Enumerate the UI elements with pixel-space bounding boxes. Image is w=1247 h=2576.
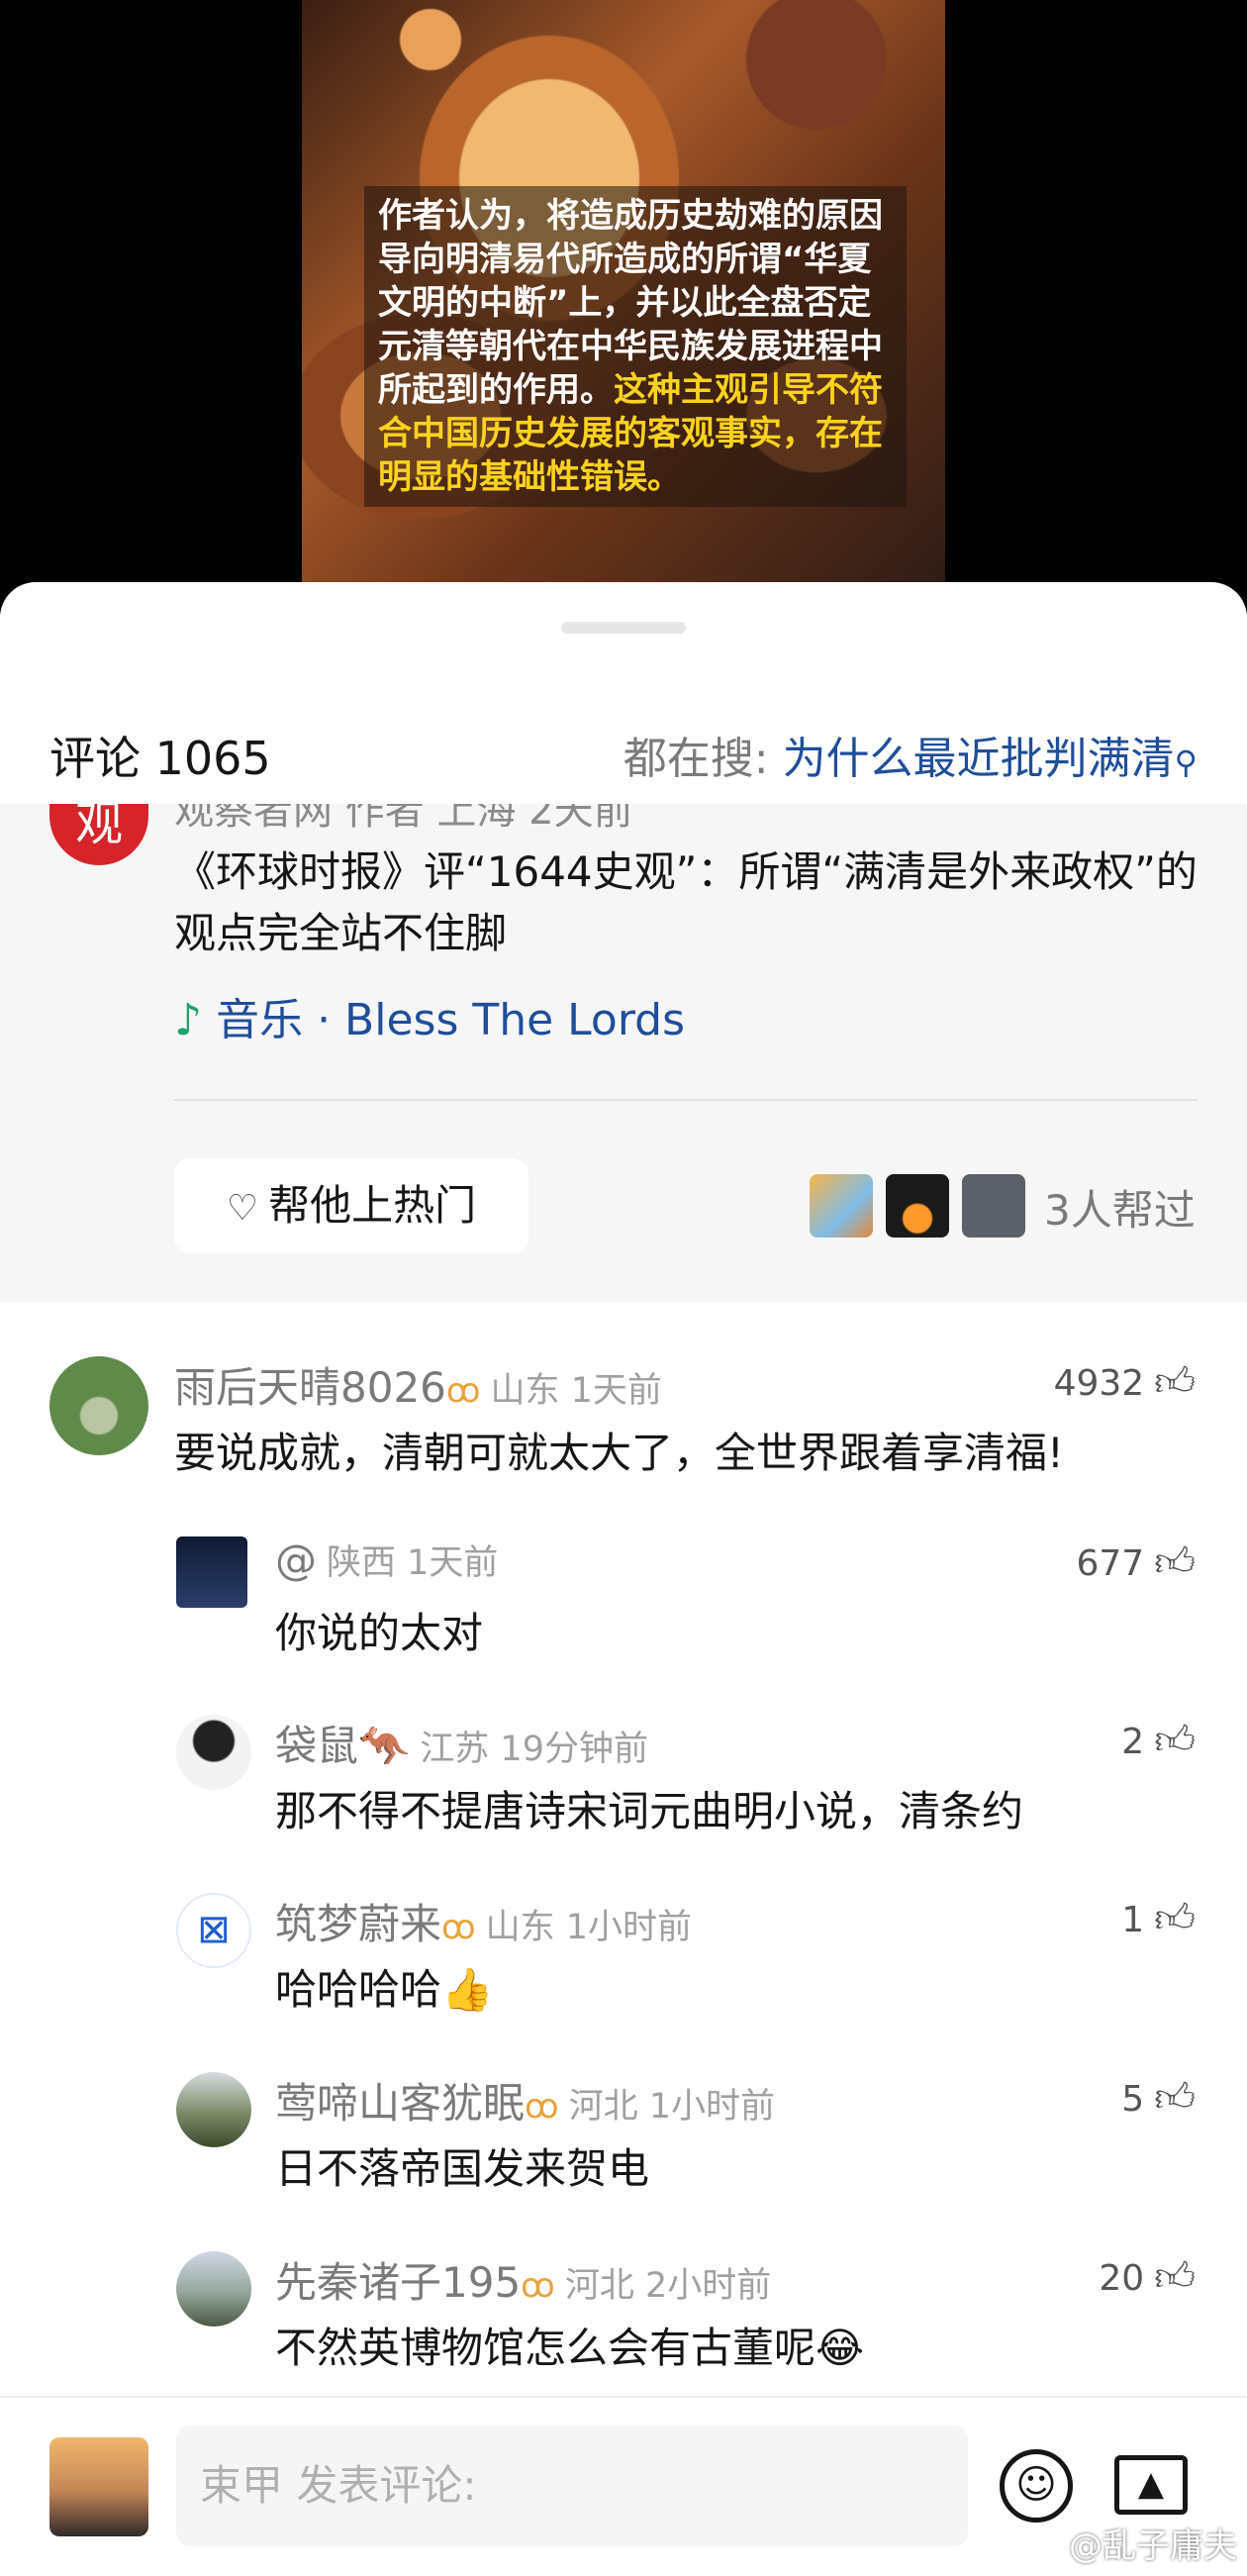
video-player[interactable]: 作者认为，将造成历史劫难的原因导向明清易代所造成的所谓“华夏文明的中断”上，并以… bbox=[0, 0, 1247, 614]
comment-author[interactable]: 莺啼山客犹眠ꝏ 河北 1小时前 bbox=[275, 2070, 775, 2130]
comment-author[interactable]: 雨后天晴8026ꝏ 山东 1天前 bbox=[174, 1354, 662, 1415]
like-count: 5 bbox=[1121, 2079, 1145, 2120]
comment-author[interactable]: @ 陕西 1天前 bbox=[275, 1535, 498, 1585]
comment-meta: 陕西 1天前 bbox=[327, 1543, 499, 1583]
like-button[interactable]: 1 👍︎ bbox=[1121, 1895, 1196, 1942]
like-button[interactable]: 5 👍︎ bbox=[1121, 2074, 1196, 2122]
like-button[interactable]: 4932 👍︎ bbox=[1054, 1358, 1196, 1406]
comment-meta: 山东 1天前 bbox=[490, 1371, 662, 1411]
avatar[interactable]: 观 bbox=[49, 804, 148, 865]
music-label: 音乐 · Bless The Lords bbox=[216, 995, 686, 1045]
thumbs-up-icon: 👍︎ bbox=[1154, 1539, 1196, 1585]
like-count: 20 bbox=[1099, 2258, 1145, 2299]
thumbs-up-icon: 👍︎ bbox=[1154, 1718, 1196, 1763]
thumbs-up-icon: 👍︎ bbox=[1154, 2075, 1196, 2121]
watermark: @乱子庸夫 bbox=[1069, 2526, 1237, 2566]
comment-input-bar: 束甲 发表评论: ☺ ▲ @乱子庸夫 bbox=[0, 2396, 1247, 2576]
trending-prefix: 都在搜: bbox=[623, 734, 783, 784]
comment-meta: 江苏 19分钟前 bbox=[420, 1730, 648, 1769]
vip-badge-icon: ꝏ bbox=[445, 1371, 481, 1411]
comment-text: 你说的太对 bbox=[275, 1609, 484, 1657]
comment-meta: 山东 1小时前 bbox=[485, 1908, 693, 1947]
comment-text: 日不落帝国发来贺电 bbox=[275, 2144, 650, 2193]
helpers-count: 3人帮过 bbox=[1044, 1186, 1196, 1235]
divider bbox=[174, 1099, 1198, 1101]
boost-label: 帮他上热门 bbox=[268, 1181, 477, 1230]
thumbs-up-icon: 👍︎ bbox=[1154, 1896, 1196, 1941]
like-button[interactable]: 2 👍︎ bbox=[1121, 1717, 1196, 1764]
thumbs-up-icon: 👍︎ bbox=[1154, 1359, 1196, 1405]
helper-avatars[interactable] bbox=[810, 1174, 1033, 1238]
image-icon[interactable]: ▲ bbox=[1114, 2455, 1188, 2515]
boost-button[interactable]: ♡ 帮他上热门 bbox=[174, 1158, 528, 1253]
avatar[interactable] bbox=[176, 1715, 251, 1790]
music-note-icon: ♪ bbox=[174, 995, 203, 1045]
avatar[interactable] bbox=[49, 2437, 148, 2536]
like-count: 1 bbox=[1121, 1900, 1145, 1940]
comment-text: 不然英博物馆怎么会有古董呢😂 bbox=[275, 2324, 865, 2372]
avatar bbox=[810, 1174, 873, 1238]
comment-text: 那不得不提唐诗宋词元曲明小说，清条约 bbox=[275, 1787, 1024, 1835]
comment-meta: 河北 1小时前 bbox=[568, 2087, 776, 2127]
emoji-icon[interactable]: ☺ bbox=[1000, 2449, 1073, 2523]
like-count: 4932 bbox=[1053, 1363, 1145, 1404]
avatar[interactable] bbox=[176, 2072, 251, 2147]
sheet-header: 评论 1065 都在搜: 为什么最近批判满清⚲ bbox=[0, 711, 1247, 790]
author-name: 筑梦蔚来 bbox=[275, 1900, 442, 1948]
comment-meta: 河北 2小时前 bbox=[564, 2266, 772, 2306]
author-name: 莺啼山客犹眠 bbox=[275, 2079, 526, 2128]
vip-badge-icon: ꝏ bbox=[521, 2266, 555, 2306]
like-count: 2 bbox=[1121, 1722, 1145, 1762]
vip-badge-icon: ꝏ bbox=[441, 1908, 476, 1947]
music-link[interactable]: ♪ 音乐 · Bless The Lords bbox=[174, 984, 685, 1047]
avatar[interactable] bbox=[49, 1356, 148, 1455]
heart-icon: ♡ bbox=[226, 1188, 259, 1229]
comment-text: 哈哈哈哈👍 bbox=[275, 1965, 494, 2014]
avatar[interactable] bbox=[176, 2251, 251, 2327]
thumbs-up-icon: 👍︎ bbox=[1154, 2254, 1196, 2300]
pinned-comment: 观 观察者网 作者 上海 2天前 《环球时报》评“1644史观”：所谓“满清是外… bbox=[0, 804, 1247, 1302]
like-count: 677 bbox=[1076, 1543, 1145, 1584]
avatar bbox=[886, 1174, 950, 1238]
comment-input[interactable]: 束甲 发表评论: bbox=[176, 2426, 968, 2546]
author-name: 先秦诸子195 bbox=[275, 2258, 522, 2307]
avatar[interactable]: ⊠ bbox=[176, 1893, 251, 1968]
comment-author[interactable]: 袋鼠🦘 江苏 19分钟前 bbox=[275, 1713, 648, 1773]
comment-text: 要说成就，清朝可就太大了，全世界跟着享清福! bbox=[174, 1429, 1064, 1477]
comment-author[interactable]: 筑梦蔚来ꝏ 山东 1小时前 bbox=[275, 1891, 692, 1951]
pinned-author-line: 观察者网 作者 上海 2天前 bbox=[174, 804, 633, 834]
vip-badge-icon: ꝏ bbox=[525, 2087, 559, 2127]
avatar bbox=[962, 1174, 1026, 1238]
sheet-drag-handle[interactable] bbox=[561, 622, 686, 634]
author-name: @ bbox=[275, 1536, 317, 1584]
comment-author[interactable]: 先秦诸子195ꝏ 河北 2小时前 bbox=[275, 2249, 771, 2310]
search-icon[interactable]: ⚲ bbox=[1175, 743, 1198, 781]
avatar[interactable] bbox=[176, 1536, 247, 1608]
author-name: 雨后天晴8026 bbox=[174, 1363, 446, 1412]
like-button[interactable]: 20 👍︎ bbox=[1099, 2253, 1196, 2301]
trending-query[interactable]: 为什么最近批判满清 bbox=[783, 734, 1175, 784]
trending-search[interactable]: 都在搜: 为什么最近批判满清⚲ bbox=[624, 723, 1198, 786]
comment-count: 评论 1065 bbox=[49, 732, 271, 785]
video-caption: 作者认为，将造成历史劫难的原因导向明清易代所造成的所谓“华夏文明的中断”上，并以… bbox=[364, 186, 907, 507]
like-button[interactable]: 677 👍︎ bbox=[1076, 1538, 1196, 1586]
pinned-text: 《环球时报》评“1644史观”：所谓“满清是外来政权”的观点完全站不住脚 bbox=[174, 847, 1198, 957]
author-name: 袋鼠🦘 bbox=[275, 1722, 411, 1770]
